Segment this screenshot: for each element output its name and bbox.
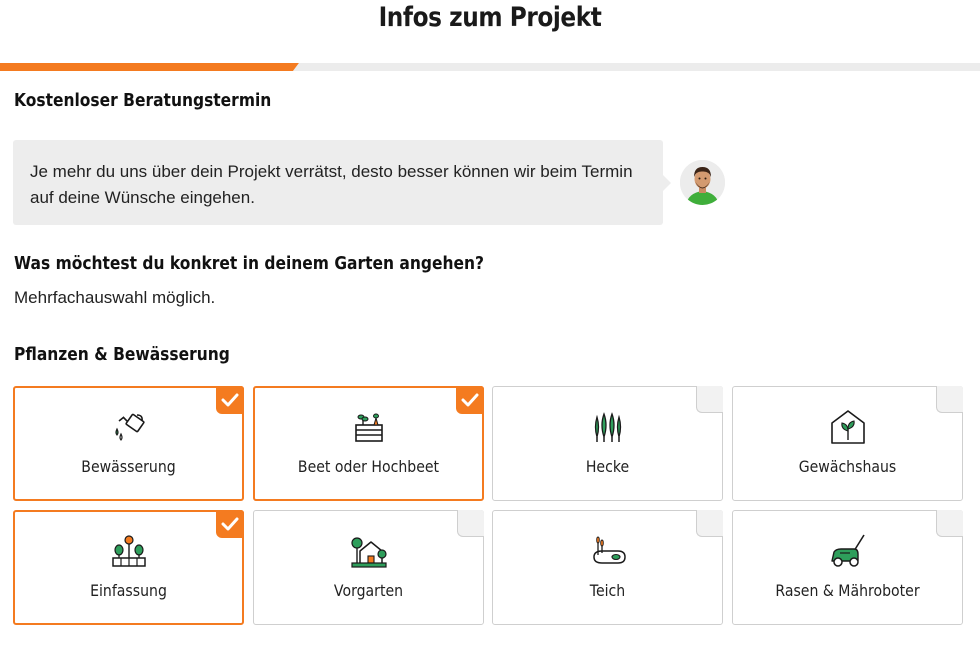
option-label: Vorgarten [333, 581, 404, 600]
option-label: Bewässerung [81, 457, 176, 476]
watering-can-icon [109, 407, 149, 447]
checkbox[interactable] [456, 386, 484, 414]
border-fence-icon [109, 531, 149, 571]
advisor-message-bubble: Je mehr du uns über dein Projekt verräts… [13, 140, 663, 225]
checkbox[interactable] [216, 510, 244, 538]
option-card-teich[interactable]: Teich [492, 510, 723, 625]
checkbox[interactable] [936, 510, 963, 537]
bubble-tail [662, 174, 671, 192]
option-label: Beet oder Hochbeet [297, 457, 440, 476]
question-heading: Was möchtest du konkret in deinem Garten… [14, 253, 484, 274]
page-title: Infos zum Projekt [378, 2, 602, 33]
option-card-gewaechshaus[interactable]: Gewächshaus [732, 386, 963, 501]
checkbox[interactable] [216, 386, 244, 414]
option-card-beet[interactable]: Beet oder Hochbeet [253, 386, 484, 501]
checkbox[interactable] [696, 386, 723, 413]
pond-icon [588, 531, 628, 571]
checkbox[interactable] [696, 510, 723, 537]
option-card-einfassung[interactable]: Einfassung [13, 510, 244, 625]
advisor-avatar [680, 160, 725, 205]
option-card-vorgarten[interactable]: Vorgarten [253, 510, 484, 625]
progress-bar-fill [0, 63, 299, 71]
checkbox[interactable] [936, 386, 963, 413]
consultation-heading: Kostenloser Beratungstermin [14, 90, 272, 111]
option-label: Teich [589, 581, 626, 600]
option-label: Einfassung [90, 581, 167, 600]
progress-bar [0, 63, 980, 71]
checkbox[interactable] [457, 510, 484, 537]
section-heading: Pflanzen & Bewässerung [14, 344, 230, 365]
front-yard-icon [349, 531, 389, 571]
hedge-icon [588, 407, 628, 447]
option-label: Rasen & Mähroboter [775, 581, 920, 600]
option-card-rasen[interactable]: Rasen & Mähroboter [732, 510, 963, 625]
option-card-bewaesserung[interactable]: Bewässerung [13, 386, 244, 501]
lawn-mower-icon [828, 531, 868, 571]
raised-bed-icon [349, 407, 389, 447]
option-label: Hecke [585, 457, 630, 476]
greenhouse-icon [828, 407, 868, 447]
option-card-hecke[interactable]: Hecke [492, 386, 723, 501]
option-label: Gewächshaus [798, 457, 897, 476]
multiple-choice-hint: Mehrfachauswahl möglich. [14, 288, 216, 307]
